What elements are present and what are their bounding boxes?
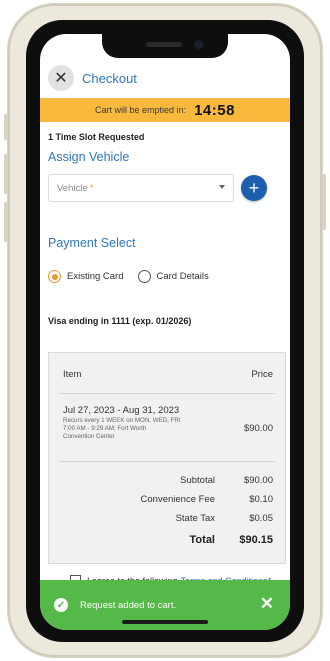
phone-side-button bbox=[4, 114, 8, 140]
vehicle-select[interactable]: Vehicle * bbox=[48, 174, 234, 202]
phone-bezel: ✕ Checkout Cart will be emptied in: 14:5… bbox=[26, 20, 304, 642]
assign-vehicle-heading: Assign Vehicle bbox=[48, 150, 130, 164]
saved-card-summary: Visa ending in 1111 (exp. 01/2026) bbox=[48, 316, 192, 326]
close-icon: ✕ bbox=[54, 70, 68, 87]
plus-icon: + bbox=[248, 177, 260, 198]
line-item-price: $90.00 bbox=[243, 423, 273, 434]
phone-notch bbox=[102, 34, 228, 58]
chevron-down-icon bbox=[219, 185, 225, 189]
existing-card-radio[interactable] bbox=[48, 270, 61, 283]
state-tax-value: $0.05 bbox=[249, 513, 273, 524]
check-circle-icon: ✓ bbox=[54, 598, 68, 612]
timer-countdown: 14:58 bbox=[194, 101, 235, 119]
total-label: Total bbox=[189, 534, 215, 546]
toast-message: Request added to cart. bbox=[80, 599, 177, 611]
card-details-radio[interactable] bbox=[137, 270, 151, 283]
speaker-grill bbox=[146, 42, 182, 47]
app-screen: ✕ Checkout Cart will be emptied in: 14:5… bbox=[40, 34, 290, 630]
vehicle-placeholder: Vehicle * bbox=[57, 182, 94, 194]
add-vehicle-button[interactable]: + bbox=[241, 175, 267, 201]
cart-timer-bar: Cart will be emptied in: 14:58 bbox=[40, 98, 290, 122]
state-tax-label: State Tax bbox=[175, 513, 215, 524]
line-item-dates: Jul 27, 2023 - Aug 31, 2023 bbox=[63, 405, 180, 416]
phone-side-button bbox=[4, 154, 8, 194]
close-button[interactable]: ✕ bbox=[48, 65, 74, 91]
convenience-fee-label: Convenience Fee bbox=[140, 494, 215, 505]
subtotal-label: Subtotal bbox=[180, 475, 215, 486]
subtotal-value: $90.00 bbox=[243, 475, 273, 486]
item-column-header: Item bbox=[63, 369, 82, 380]
card-details-label[interactable]: Card Details bbox=[157, 271, 209, 282]
checkout-header: ✕ Checkout bbox=[40, 58, 290, 98]
required-mark: * bbox=[89, 182, 94, 194]
existing-card-label[interactable]: Existing Card bbox=[67, 271, 124, 282]
divider bbox=[59, 393, 275, 394]
payment-select-heading: Payment Select bbox=[48, 236, 136, 250]
timer-label: Cart will be emptied in: bbox=[95, 105, 187, 115]
payment-options: Existing Card Card Details bbox=[48, 270, 223, 283]
order-summary: Item Price Jul 27, 2023 - Aug 31, 2023 R… bbox=[48, 352, 286, 564]
time-slots-count: 1 Time Slot Requested bbox=[48, 132, 145, 142]
total-value: $90.15 bbox=[239, 534, 273, 546]
phone-side-button bbox=[4, 202, 8, 242]
phone-frame: ✕ Checkout Cart will be emptied in: 14:5… bbox=[4, 4, 326, 657]
toast-close-icon[interactable]: ✕ bbox=[260, 594, 274, 614]
divider bbox=[59, 461, 275, 462]
phone-power-button bbox=[322, 174, 326, 230]
page-title: Checkout bbox=[82, 70, 137, 86]
convenience-fee-value: $0.10 bbox=[249, 494, 273, 505]
line-item-description: Recurs every 1 WEEK on MON, WED, FRI 7:0… bbox=[63, 417, 181, 440]
camera-icon bbox=[194, 40, 203, 49]
home-indicator bbox=[122, 620, 208, 624]
price-column-header: Price bbox=[251, 369, 273, 380]
